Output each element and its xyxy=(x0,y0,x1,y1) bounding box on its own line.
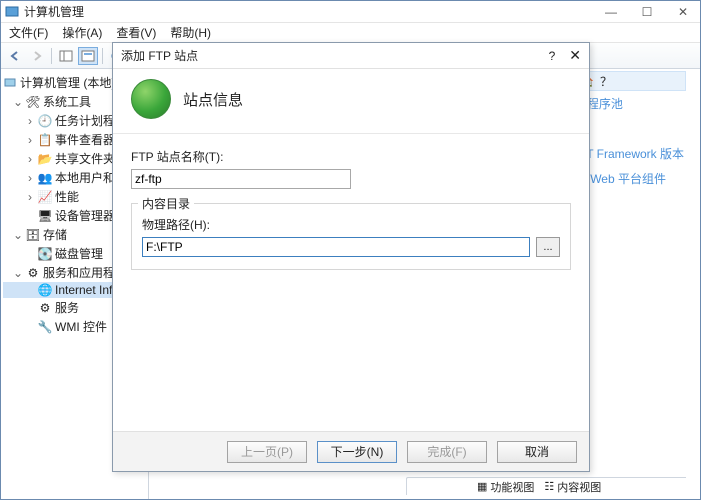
tree-label: 共享文件夹 xyxy=(55,150,115,167)
dialog-title: 添加 FTP 站点 xyxy=(121,47,549,64)
back-icon[interactable] xyxy=(5,47,25,65)
menu-view[interactable]: 查看(V) xyxy=(116,24,156,41)
dialog-help-button[interactable]: ? xyxy=(549,49,556,63)
titlebar: 计算机管理 ― ☐ ✕ xyxy=(1,1,700,23)
expand-icon[interactable]: ⌄ xyxy=(13,228,23,242)
menu-file[interactable]: 文件(F) xyxy=(9,24,48,41)
dialog-body: FTP 站点名称(T): 内容目录 物理路径(H): ... xyxy=(113,134,589,431)
event-icon: 📋 xyxy=(38,133,52,147)
rt-help-icon[interactable]: ？ xyxy=(600,73,612,90)
expand-icon[interactable]: › xyxy=(25,152,35,166)
dialog-header: 站点信息 xyxy=(113,69,589,134)
tree-label: 存储 xyxy=(43,226,67,243)
expand-icon[interactable]: ⌄ xyxy=(13,95,23,109)
app-icon xyxy=(5,5,19,19)
minimize-button[interactable]: ― xyxy=(600,5,622,19)
tree-label: 事件查看器 xyxy=(55,131,115,148)
group-title: 内容目录 xyxy=(138,195,194,212)
expand-icon[interactable]: › xyxy=(25,190,35,204)
menu-help[interactable]: 帮助(H) xyxy=(170,24,211,41)
menu-action[interactable]: 操作(A) xyxy=(62,24,102,41)
tree-label: 设备管理器 xyxy=(55,207,115,224)
computer-icon xyxy=(3,76,17,90)
cancel-button[interactable]: 取消 xyxy=(497,441,577,463)
site-name-label: FTP 站点名称(T): xyxy=(131,148,571,165)
next-button[interactable]: 下一步(N) xyxy=(317,441,397,463)
users-icon: 👥 xyxy=(38,171,52,185)
list-icon: ☷ xyxy=(544,480,554,493)
tree-label: 磁盘管理 xyxy=(55,245,103,262)
separator xyxy=(102,48,103,64)
device-icon: 🖥 xyxy=(38,209,52,223)
dialog-titlebar: 添加 FTP 站点 ? ✕ xyxy=(113,43,589,69)
tool-icon: 🛠 xyxy=(26,95,40,109)
content-directory-group: 内容目录 物理路径(H): ... xyxy=(131,203,571,270)
services-icon: ⚙ xyxy=(38,301,52,315)
perf-icon: 📈 xyxy=(38,190,52,204)
site-name-input[interactable] xyxy=(131,169,351,189)
dialog-buttons: 上一页(P) 下一步(N) 完成(F) 取消 xyxy=(113,431,589,471)
finish-button: 完成(F) xyxy=(407,441,487,463)
wmi-icon: 🔧 xyxy=(38,320,52,334)
expand-icon[interactable]: › xyxy=(25,133,35,147)
close-button[interactable]: ✕ xyxy=(672,5,694,19)
tree-label: 系统工具 xyxy=(43,93,91,110)
clock-icon: 🕘 xyxy=(38,114,52,128)
add-ftp-site-dialog: 添加 FTP 站点 ? ✕ 站点信息 FTP 站点名称(T): 内容目录 物理路… xyxy=(112,42,590,472)
properties-icon[interactable] xyxy=(78,47,98,65)
folder-icon: 📂 xyxy=(38,152,52,166)
grid-icon: ▦ xyxy=(477,480,487,493)
tree-label: 计算机管理 (本地) xyxy=(20,74,115,91)
maximize-button[interactable]: ☐ xyxy=(636,5,658,19)
show-hide-icon[interactable] xyxy=(56,47,76,65)
features-view-tab[interactable]: ▦功能视图 xyxy=(477,479,534,495)
globe-icon xyxy=(131,79,171,119)
separator xyxy=(51,48,52,64)
iis-icon: 🌐 xyxy=(38,283,52,297)
tree-label: 性能 xyxy=(55,188,79,205)
gear-icon: ⚙ xyxy=(26,266,40,280)
physical-path-label: 物理路径(H): xyxy=(142,216,560,233)
disk-icon: 💽 xyxy=(38,247,52,261)
expand-icon[interactable]: › xyxy=(25,114,35,128)
menubar: 文件(F) 操作(A) 查看(V) 帮助(H) xyxy=(1,23,700,43)
expand-icon[interactable]: ⌄ xyxy=(13,266,23,280)
expand-icon[interactable]: › xyxy=(25,171,35,185)
previous-button: 上一页(P) xyxy=(227,441,307,463)
storage-icon: 🗄 xyxy=(26,228,40,242)
forward-icon[interactable] xyxy=(27,47,47,65)
browse-button[interactable]: ... xyxy=(536,237,560,257)
tree-label: 服务 xyxy=(55,299,79,316)
content-view-tab[interactable]: ☷内容视图 xyxy=(544,479,601,495)
dialog-heading: 站点信息 xyxy=(183,89,243,110)
view-switcher: ▦功能视图 ☷内容视图 xyxy=(406,477,686,495)
window-title: 计算机管理 xyxy=(24,3,600,20)
dialog-close-button[interactable]: ✕ xyxy=(569,47,581,64)
tree-label: WMI 控件 xyxy=(55,318,107,335)
physical-path-input[interactable] xyxy=(142,237,530,257)
